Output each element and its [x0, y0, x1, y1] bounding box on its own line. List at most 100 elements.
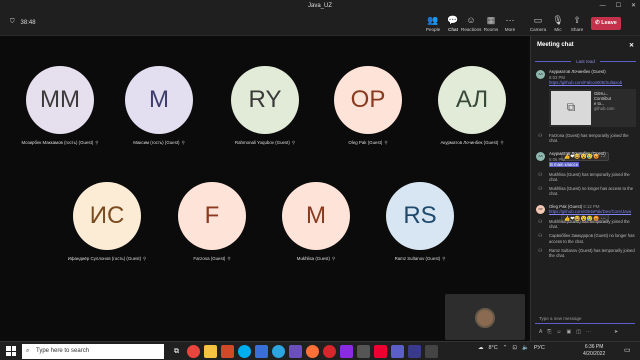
participant-tile[interactable]: RS Ramz Sultanov (Guest) ⚲ [375, 182, 465, 262]
app-icon[interactable] [289, 345, 302, 358]
app-icon[interactable] [357, 345, 370, 358]
system-tray: ☁ 8°C ⌃ ⊡ 🔈 РУС [478, 345, 545, 351]
participant-name: Rahmonali Yoqubov (Guest) ⚲ [220, 140, 310, 146]
emoji-icon[interactable]: ☺ [556, 329, 561, 335]
system-message: ⚇ Farzona (Guest) has temporarily joined… [531, 131, 640, 146]
chevron-up-icon[interactable]: ⌃ [503, 345, 508, 351]
send-icon[interactable]: ➤ [614, 329, 618, 335]
message-link[interactable]: https://github.com/Falcon005/Sultaxob [549, 80, 622, 85]
mic-muted-icon: ⚲ [331, 256, 336, 261]
search-icon: ⌕ [26, 348, 30, 354]
message-link[interactable]: https://github.com/OletsPak/Dev/Core/Jav… [549, 209, 631, 214]
participant-name-text: Максим (гость) (Guest) [133, 140, 180, 145]
participant-avatar: RY [231, 66, 299, 134]
system-message: ⚇ Сарвоббек Замодоров (Guest) no longer … [531, 231, 640, 246]
store-icon[interactable] [255, 345, 268, 358]
people-icon: ⚇ [538, 233, 543, 240]
avatar: OP [536, 204, 545, 214]
leave-button[interactable]: ✆ Leave [591, 17, 621, 30]
windows-taskbar: ⌕ Type here to search ⧉ ☁ 8°C ⌃ ⊡ 🔈 РУС … [0, 341, 640, 360]
avatar: АЛ [536, 70, 545, 79]
people-icon: ⚇ [538, 247, 543, 254]
last-read-divider: Last read [531, 59, 640, 64]
participant-tile[interactable]: OP Oleg Pak (Guest) ⚲ [323, 66, 413, 146]
taskbar-apps: ⧉ [170, 345, 438, 358]
message-text: В main классе [549, 162, 580, 168]
people-icon: ⚇ [538, 186, 543, 193]
minimize-icon[interactable]: — [600, 0, 606, 12]
start-button[interactable] [6, 346, 16, 356]
participant-name: Ramz Sultanov (Guest) ⚲ [375, 256, 465, 262]
reactions-button[interactable]: ☺ Reactions [461, 15, 481, 32]
system-text: Mukhlisa (Guest) no longer has access to… [549, 186, 634, 197]
system-message: ⚇ Ramz Sultanov (Guest) has temporarily … [531, 246, 640, 261]
meeting-timer: ⛉ 38:48 [10, 19, 36, 26]
participant-tile[interactable]: ИС Ифандиёр Суллонов (гость) (Guest) ⚲ [62, 182, 152, 262]
close-icon[interactable]: ✕ [631, 0, 636, 12]
rooms-button[interactable]: ▦ Rooms [481, 15, 501, 32]
weather-text[interactable]: 8°C [489, 345, 498, 351]
mic-muted-icon: ⚲ [181, 140, 185, 145]
app-icon[interactable] [425, 345, 438, 358]
format-icon[interactable]: A [539, 329, 542, 335]
people-button[interactable]: 👥 People [423, 15, 443, 32]
telegram-icon[interactable] [272, 345, 285, 358]
system-text: Ramz Sultanov (Guest) has temporarily jo… [549, 247, 635, 259]
camera-button[interactable]: ▭ Camera [528, 15, 548, 32]
more-options-icon[interactable]: ⋯ [586, 329, 591, 335]
compose-toolbar: A ⎘ ☺ ▣ ◫ ⋯ ➤ [539, 329, 618, 335]
task-view-icon[interactable]: ⧉ [170, 345, 183, 358]
avatar-initials: OP [350, 86, 386, 113]
meeting-chat-panel: Meeting chat ✕ Last read АЛ Акурматов Ло… [530, 36, 640, 341]
chat-message: АЛ Акурматов Лочинбек (Guest) 6:06 PM В … [531, 149, 640, 170]
teams-icon[interactable] [391, 345, 404, 358]
network-icon[interactable]: ⊡ [512, 345, 517, 351]
maximize-icon[interactable]: ☐ [616, 0, 621, 12]
phone-icon: ✆ [595, 20, 600, 26]
participant-tile[interactable]: RY Rahmonali Yoqubov (Guest) ⚲ [220, 66, 310, 146]
opera-icon[interactable] [323, 345, 336, 358]
close-chat-icon[interactable]: ✕ [629, 42, 634, 50]
mic-button[interactable]: 🎙 Mic [548, 15, 568, 32]
rooms-label: Rooms [483, 27, 499, 32]
chat-button[interactable]: 💬 Chat [443, 15, 463, 32]
self-video-preview[interactable] [445, 294, 525, 340]
avatar-initials: RY [248, 86, 282, 113]
mic-muted-icon: ⚲ [143, 256, 147, 261]
app-icon[interactable] [340, 345, 353, 358]
leave-label: Leave [601, 20, 617, 26]
app-icon[interactable] [374, 345, 387, 358]
participant-tile[interactable]: M Mukhlisa (Guest) ⚲ [271, 182, 361, 262]
cloud-icon[interactable]: ☁ [478, 345, 484, 351]
participant-avatar: F [178, 182, 246, 250]
participant-tile[interactable]: M Максим (гость) (Guest) ⚲ [114, 66, 204, 146]
participant-tile[interactable]: MM Мозирбек Маккамов (гость) (Guest) ⚲ [15, 66, 105, 146]
participant-name-text: Ифандиёр Суллонов (гость) (Guest) [67, 256, 142, 261]
taskbar-search[interactable]: ⌕ Type here to search [22, 344, 164, 359]
rooms-icon: ▦ [486, 15, 496, 25]
message-compose-input[interactable]: Type a new message [535, 314, 635, 324]
notifications-icon[interactable]: ▭ [624, 346, 631, 354]
language-indicator[interactable]: РУС [534, 345, 545, 351]
people-label: People [425, 27, 441, 32]
participant-tile[interactable]: F Farzona (Guest) ⚲ [167, 182, 257, 262]
app-icon[interactable] [221, 345, 234, 358]
participant-tile[interactable]: АЛ Акурматов Лочинбек (Guest) ⚲ [427, 66, 517, 146]
volume-icon[interactable]: 🔈 [522, 345, 529, 351]
skype-icon[interactable] [238, 345, 251, 358]
attach-icon[interactable]: ⎘ [547, 329, 551, 335]
more-button[interactable]: ⋯ More [500, 15, 520, 32]
chrome-icon[interactable] [187, 345, 200, 358]
gif-icon[interactable]: ▣ [566, 329, 571, 335]
link-preview-card[interactable]: ⧉ GitHu... Contribut e to... github.com [549, 88, 636, 127]
participant-name-text: Rahmonali Yoqubov (Guest) [234, 140, 290, 145]
explorer-icon[interactable] [204, 345, 217, 358]
app-icon[interactable] [408, 345, 421, 358]
share-button[interactable]: ⇪ Share [567, 15, 587, 32]
sticker-icon[interactable]: ◫ [576, 329, 581, 335]
taskbar-clock[interactable]: 6:36 PM 4/20/2022 [583, 344, 605, 358]
participant-name: Мозирбек Маккамов (гость) (Guest) ⚲ [15, 140, 105, 146]
firefox-icon[interactable] [306, 345, 319, 358]
participant-avatar: M [125, 66, 193, 134]
participant-name-text: Мозирбек Маккамов (гость) (Guest) [21, 140, 94, 145]
